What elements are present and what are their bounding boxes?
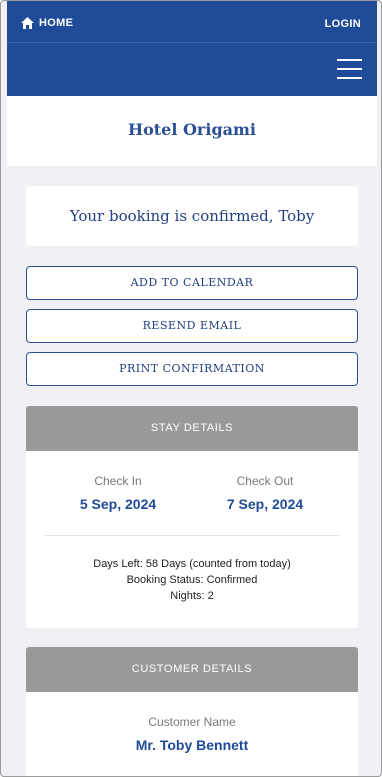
stay-details-card: STAY DETAILS Check In 5 Sep, 2024 Check … (26, 406, 358, 628)
customer-name-value: Mr. Toby Bennett (135, 737, 249, 753)
confirmation-card: Your booking is confirmed, Toby (26, 186, 358, 246)
top-bar: HOME LOGIN (7, 1, 377, 96)
booking-status-text: Booking Status: Confirmed (126, 574, 258, 586)
add-to-calendar-button[interactable]: ADD TO CALENDAR (26, 266, 358, 300)
stay-details-header: STAY DETAILS (26, 406, 358, 451)
print-confirmation-button[interactable]: PRINT CONFIRMATION (26, 352, 358, 386)
check-out-value: 7 Sep, 2024 (226, 496, 304, 512)
home-link[interactable]: HOME (21, 17, 73, 29)
customer-name-label: Customer Name (148, 715, 236, 729)
customer-details-header: CUSTOMER DETAILS (26, 647, 358, 692)
home-icon (21, 17, 34, 29)
login-link[interactable]: LOGIN (325, 18, 361, 30)
hamburger-menu-icon[interactable] (337, 59, 362, 79)
check-out-block: Check Out 7 Sep, 2024 (182, 474, 348, 512)
stay-divider (44, 535, 340, 536)
customer-details-card: CUSTOMER DETAILS Customer Name Mr. Toby … (26, 647, 358, 776)
check-out-label: Check Out (236, 474, 294, 488)
top-nav: HOME LOGIN (7, 1, 377, 43)
check-in-label: Check In (94, 474, 142, 488)
check-in-value: 5 Sep, 2024 (79, 496, 157, 512)
app-frame: HOME LOGIN Hotel Origami Your booking is… (0, 0, 382, 777)
hotel-name: Hotel Origami (127, 120, 256, 139)
resend-email-button[interactable]: RESEND EMAIL (26, 309, 358, 343)
check-in-block: Check In 5 Sep, 2024 (35, 474, 201, 512)
stay-dates: Check In 5 Sep, 2024 Check Out 7 Sep, 20… (26, 451, 358, 536)
days-left-text: Days Left: 58 Days (counted from today) (93, 558, 291, 570)
hotel-header: Hotel Origami (7, 96, 377, 166)
nights-text: Nights: 2 (170, 590, 214, 602)
stay-info: Days Left: 58 Days (counted from today) … (26, 536, 358, 604)
confirmation-message: Your booking is confirmed, Toby (69, 207, 315, 225)
home-link-label: HOME (39, 17, 74, 29)
